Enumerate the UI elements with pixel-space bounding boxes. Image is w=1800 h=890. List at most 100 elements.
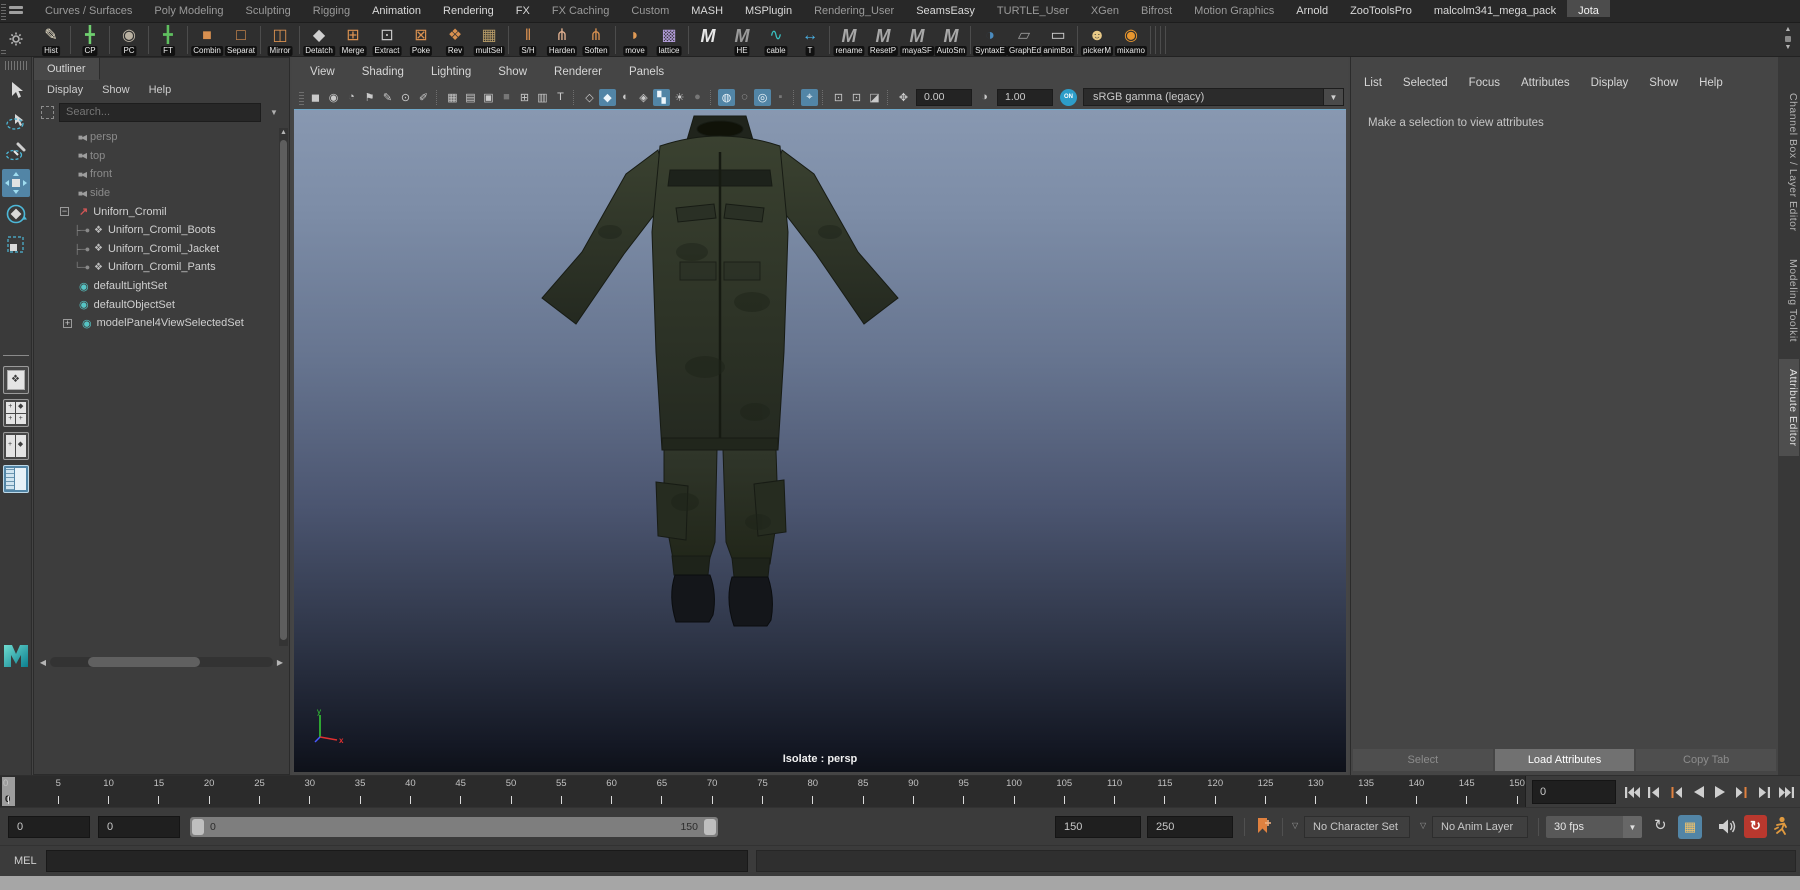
exposure-field[interactable]: 0.00 (916, 89, 972, 106)
layout-outliner-persp[interactable] (3, 465, 29, 493)
shelf-tab-mash[interactable]: MASH (680, 0, 734, 17)
chevron-down-icon[interactable]: ▽ (1292, 821, 1298, 830)
camera-tumble-icon[interactable]: ◔ (343, 89, 360, 106)
range-end-handle[interactable] (704, 819, 716, 835)
shelf-button-merge[interactable]: ⊞Merge (336, 24, 370, 56)
shelf-button-t[interactable]: ↔T (793, 24, 827, 56)
select-button[interactable]: Select (1353, 749, 1493, 771)
menu-toggle-icon[interactable] (9, 6, 23, 16)
dock-tab-channel-box-layer-editor[interactable]: Channel Box / Layer Editor (1779, 83, 1799, 242)
safe-title-icon[interactable]: T (552, 89, 569, 106)
gate-mask-icon[interactable]: ■ (498, 89, 515, 106)
expand-icon[interactable]: + (63, 319, 72, 328)
current-frame-field[interactable]: 0 (1532, 780, 1616, 804)
shelf-button-lattice[interactable]: ▩lattice (652, 24, 686, 56)
dock-tab-attribute-editor[interactable]: Attribute Editor (1779, 359, 1799, 456)
pan-zoom-icon[interactable]: ⊡ (830, 89, 847, 106)
range-slider[interactable]: 0 150 (190, 817, 718, 837)
attribute-editor-menu-help[interactable]: Help (1699, 77, 1723, 89)
outliner-item-uniforn-cromil-jacket[interactable]: ├─●❖Uniforn_Cromil_Jacket (34, 240, 278, 259)
drag-handle[interactable] (299, 90, 304, 105)
shelf-tab-xgen[interactable]: XGen (1080, 0, 1130, 17)
attribute-editor-menu-focus[interactable]: Focus (1469, 77, 1500, 89)
attribute-editor-menu-display[interactable]: Display (1591, 77, 1629, 89)
character-set-dropdown[interactable]: No Character Set (1304, 816, 1410, 838)
outliner-item-uniforn-cromil-pants[interactable]: └─●❖Uniforn_Cromil_Pants (34, 258, 278, 277)
drag-handle[interactable] (5, 61, 27, 70)
scroll-left-icon[interactable]: ◀ (36, 658, 50, 667)
lasso-tool[interactable] (2, 107, 30, 135)
shelf-tab-rigging[interactable]: Rigging (302, 0, 361, 17)
scale-tool[interactable] (2, 231, 30, 259)
paint-select-tool[interactable] (2, 138, 30, 166)
camera-lock-icon[interactable]: ◉ (325, 89, 342, 106)
shelf-tab-poly-modeling[interactable]: Poly Modeling (143, 0, 234, 17)
auto-keyframe-icon[interactable]: ↻ (1744, 815, 1767, 838)
anti-alias-icon[interactable]: ◎ (754, 89, 771, 106)
scroll-right-icon[interactable]: ▶ (273, 658, 287, 667)
bookmark-add-icon[interactable] (1254, 816, 1272, 839)
layout-four[interactable]: +◆++ (3, 399, 29, 427)
shelf-button-resetp[interactable]: MResetP (866, 24, 900, 56)
outliner-tab[interactable]: Outliner (34, 58, 100, 80)
shelf-button-combin[interactable]: ■Combin (190, 24, 224, 56)
load-attributes-button[interactable]: Load Attributes (1495, 749, 1635, 771)
shelf-button-animbot[interactable]: ▭animBot (1041, 24, 1075, 56)
shelf-tab-fx[interactable]: FX (505, 0, 541, 17)
play-backward-button[interactable] (1688, 779, 1708, 805)
step-forward-frame-button[interactable] (1732, 779, 1752, 805)
viewport-menu-lighting[interactable]: Lighting (431, 66, 471, 78)
scroll-up-icon[interactable]: ▲ (279, 128, 288, 138)
shelf-button-autosm[interactable]: MAutoSm (934, 24, 968, 56)
shelf-tab-arnold[interactable]: Arnold (1285, 0, 1339, 17)
motion-blur-icon[interactable]: ◌ (736, 89, 753, 106)
attribute-editor-menu-selected[interactable]: Selected (1403, 77, 1448, 89)
shelf-button-pickerm[interactable]: ☻pickerM (1080, 24, 1114, 56)
viewport-menu-panels[interactable]: Panels (629, 66, 664, 78)
command-input[interactable] (46, 850, 748, 872)
chevron-down-icon[interactable]: ▼ (266, 108, 282, 117)
attribute-editor-menu-show[interactable]: Show (1649, 77, 1678, 89)
shelf-button-hist[interactable]: ✎Hist (34, 24, 68, 56)
shelf-scrollbar[interactable]: ▲▼ (1782, 26, 1794, 52)
evaluation-mode-icon[interactable] (1772, 816, 1790, 840)
shelf-tab-rendering-user[interactable]: Rendering_User (803, 0, 905, 17)
playback-end-field[interactable]: 150 (1055, 816, 1141, 838)
scrollbar-track[interactable] (50, 657, 273, 667)
outliner-item-persp[interactable]: ■◀persp (34, 128, 278, 147)
shelf-button-pc[interactable]: ◉PC (112, 24, 146, 56)
shelf-tab-seamseasy[interactable]: SeamsEasy (905, 0, 986, 17)
shelf-tab-zootoolspro[interactable]: ZooToolsPro (1339, 0, 1423, 17)
wireframe-on-shaded-icon[interactable]: ◈ (635, 89, 652, 106)
move-tool[interactable] (2, 169, 30, 197)
search-input[interactable] (59, 103, 261, 122)
outliner-item-modelpanel4viewselectedset[interactable]: +◉modelPanel4ViewSelectedSet (34, 314, 278, 333)
contrast-icon[interactable]: ◑ (976, 89, 993, 106)
range-start-handle[interactable] (192, 819, 204, 835)
outliner-item-defaultlightset[interactable]: ◉defaultLightSet (34, 277, 278, 296)
shelf-tab-msplugin[interactable]: MSPlugin (734, 0, 803, 17)
shelf-button-detatch[interactable]: ◆Detatch (302, 24, 336, 56)
gear-icon[interactable] (9, 32, 23, 49)
shelf-button-cp[interactable]: ╋CP (73, 24, 107, 56)
drag-handle[interactable] (1, 49, 6, 54)
playback-start-field[interactable]: 0 (98, 816, 180, 838)
step-back-key-button[interactable] (1644, 779, 1664, 805)
isolate-select-icon[interactable]: ⌖ (801, 89, 818, 106)
wireframe-icon[interactable]: ◇ (581, 89, 598, 106)
viewport-canvas[interactable]: y x Isolate : persp (294, 109, 1346, 772)
shelf-tab-curves-surfaces[interactable]: Curves / Surfaces (34, 0, 143, 17)
animation-start-field[interactable]: 0 (8, 816, 90, 838)
scrollbar-thumb[interactable] (280, 140, 287, 640)
colorspace-dropdown[interactable]: sRGB gamma (legacy)▼ (1083, 88, 1344, 106)
anim-layer-dropdown[interactable]: No Anim Layer (1432, 816, 1528, 838)
exposure-icon[interactable]: ✥ (895, 89, 912, 106)
chevron-down-icon[interactable]: ▼ (1623, 816, 1642, 838)
outliner-item-top[interactable]: ■◀top (34, 147, 278, 166)
outliner-menu-display[interactable]: Display (47, 84, 83, 96)
shelf-button-extract[interactable]: ⊡Extract (370, 24, 404, 56)
fps-dropdown[interactable]: 30 fps▼ (1546, 816, 1642, 838)
shelf-tab-turtle-user[interactable]: TURTLE_User (986, 0, 1080, 17)
shelf-button-poke[interactable]: ⊠Poke (404, 24, 438, 56)
shelf-button-maya[interactable]: M (691, 24, 725, 56)
